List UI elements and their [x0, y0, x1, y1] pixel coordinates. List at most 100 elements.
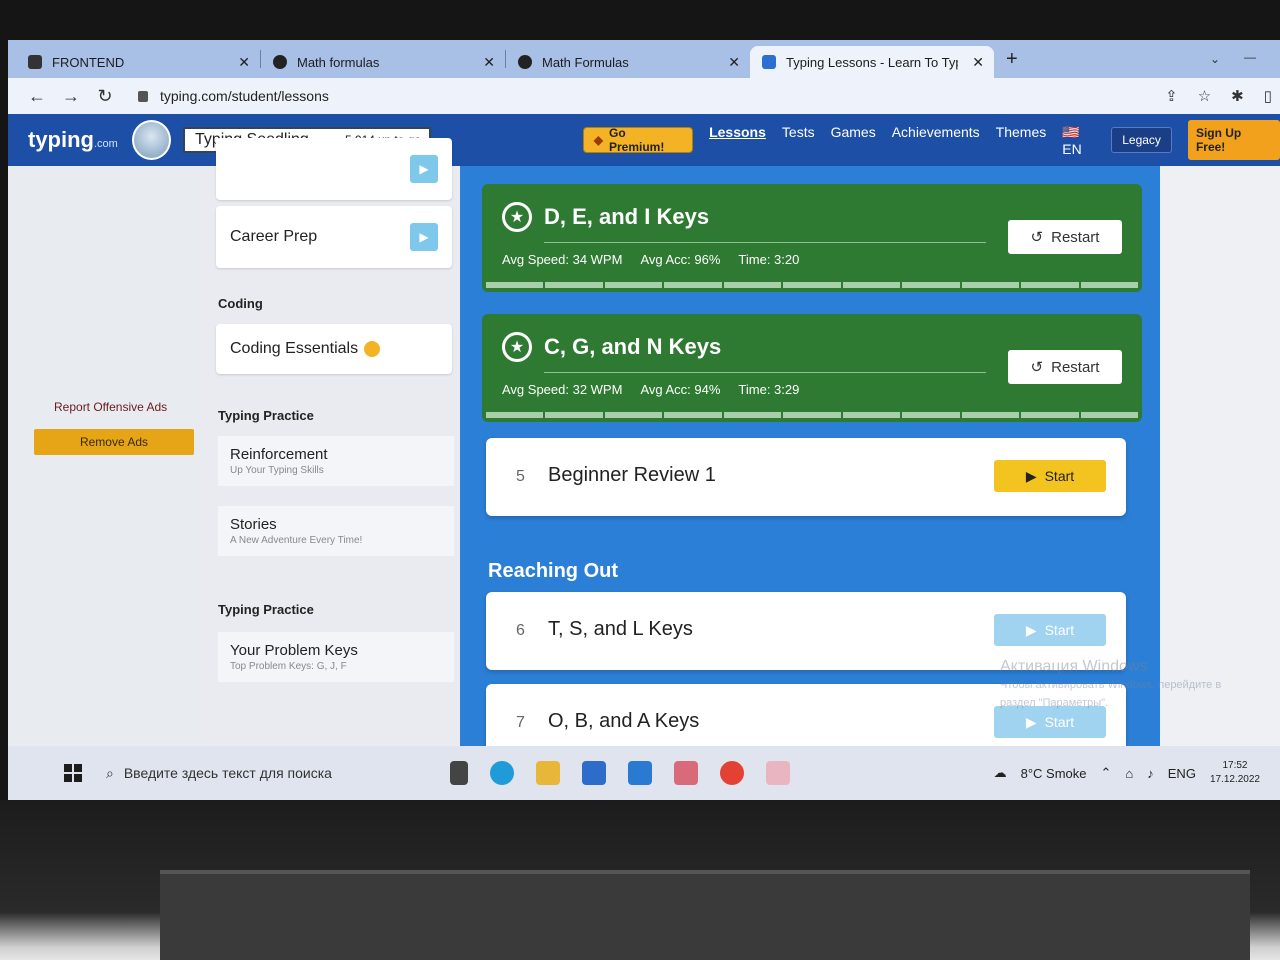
report-ads-link[interactable]: Report Offensive Ads [54, 400, 167, 414]
clock-date: 17.12.2022 [1209, 774, 1260, 785]
windows-start-icon[interactable] [64, 764, 82, 782]
play-icon: ▶ [1025, 621, 1037, 638]
restart-button[interactable]: ↺ Restart [1008, 350, 1122, 384]
start-label: Start [1044, 622, 1075, 638]
nav-games[interactable]: Games [831, 124, 876, 157]
legacy-button[interactable]: Legacy [1111, 127, 1172, 153]
site-icon [518, 55, 532, 69]
chevron-up-icon[interactable]: ⌃ [1101, 765, 1112, 781]
avg-speed: Avg Speed: 32 WPM [502, 382, 623, 397]
minimize-icon[interactable]: — [1244, 50, 1256, 64]
close-icon[interactable]: ✕ [728, 54, 740, 71]
chrome-icon[interactable] [720, 761, 744, 785]
logo-suffix: .com [94, 138, 118, 150]
close-icon[interactable]: ✕ [972, 54, 984, 71]
nav-achievements[interactable]: Achievements [892, 124, 980, 157]
star-icon: ★ [502, 332, 532, 362]
lesson-card[interactable]: 5 Beginner Review 1 ▶ Start [486, 438, 1126, 516]
tab-math-formulas[interactable]: Math formulas ✕ [261, 46, 505, 78]
back-icon[interactable]: ← [20, 86, 54, 107]
site-logo[interactable]: typing.com [28, 127, 118, 153]
lesson-title: T, S, and L Keys [548, 618, 693, 640]
practice-problem-keys[interactable]: Your Problem Keys Top Problem Keys: G, J… [218, 632, 454, 682]
edge-icon[interactable] [490, 761, 514, 785]
file-explorer-icon[interactable] [536, 761, 560, 785]
lesson-card-completed[interactable]: ★ C, G, and N Keys Avg Speed: 32 WPM Avg… [482, 314, 1142, 422]
start-button[interactable]: ▶ Start [994, 460, 1106, 492]
lessons-sidebar: ▶ Career Prep ▶ Coding Coding Essentials… [198, 138, 460, 746]
play-icon: ▶ [1025, 467, 1037, 484]
taskbar-search[interactable]: ⌕ Введите здесь текст для поиска [106, 765, 440, 782]
start-button[interactable]: ▶ Start [994, 614, 1106, 646]
clock[interactable]: 17:52 17.12.2022 [1210, 759, 1260, 787]
sidebar-card-career-prep[interactable]: Career Prep ▶ [216, 206, 452, 268]
tab-typing-lessons[interactable]: Typing Lessons - Learn To Type A ✕ [750, 46, 994, 78]
sidebar-icon[interactable]: ▯ [1264, 87, 1272, 105]
lesson-number: 6 [516, 622, 525, 639]
extensions-icon[interactable]: ✱ [1231, 87, 1244, 105]
practice-reinforcement[interactable]: Reinforcement Up Your Typing Skills [218, 436, 454, 486]
avg-accuracy: Avg Acc: 94% [640, 382, 721, 397]
lesson-time: Time: 3:29 [738, 382, 800, 397]
browser-actions: ⇪ ☆ ✱ ▯ [1165, 87, 1272, 105]
sidebar-card-coding-essentials[interactable]: Coding Essentials [216, 324, 452, 374]
mail-icon[interactable] [582, 761, 606, 785]
remove-ads-button[interactable]: Remove Ads [34, 429, 194, 455]
screen-bezel-left [0, 40, 8, 800]
watermark-line: раздел "Параметры". [1000, 697, 1109, 709]
chevron-right-icon: ▶ [410, 155, 438, 183]
laptop-hinge [160, 870, 1250, 960]
avatar[interactable] [131, 120, 171, 160]
nav-themes[interactable]: Themes [996, 124, 1047, 157]
sidebar-card-partial[interactable]: ▶ [216, 138, 452, 200]
typing-favicon-icon [762, 55, 776, 69]
star-icon[interactable]: ☆ [1198, 87, 1211, 105]
app-icon[interactable] [674, 761, 698, 785]
app-icon[interactable] [766, 761, 790, 785]
lesson-title: Beginner Review 1 [548, 464, 716, 486]
avg-speed: Avg Speed: 34 WPM [502, 252, 623, 267]
practice-title: Stories [230, 516, 277, 533]
go-premium-button[interactable]: ◆ Go Premium! [582, 126, 694, 154]
chevron-down-icon[interactable]: ⌄ [1210, 52, 1220, 66]
premium-gem-icon [364, 341, 381, 357]
watermark-line: Чтобы активировать Windows, перейдите в [1000, 679, 1222, 691]
typing-practice-heading-2: Typing Practice [218, 602, 314, 617]
sign-up-button[interactable]: Sign Up Free! [1187, 120, 1280, 160]
practice-subtitle: Up Your Typing Skills [230, 465, 324, 476]
volume-icon[interactable]: ♪ [1147, 766, 1154, 781]
tab-frontend[interactable]: FRONTEND ✕ [16, 46, 260, 78]
new-tab-button[interactable]: + [994, 48, 1030, 71]
section-title: Reaching Out [488, 560, 619, 582]
vscode-icon[interactable] [628, 761, 652, 785]
lesson-number: 5 [516, 468, 525, 485]
close-icon[interactable]: ✕ [238, 54, 250, 71]
lesson-card-completed[interactable]: ★ D, E, and I Keys Avg Speed: 34 WPM Avg… [482, 184, 1142, 292]
forward-icon[interactable]: → [54, 86, 88, 107]
nav-tests[interactable]: Tests [782, 124, 815, 157]
language-indicator[interactable]: ENG [1168, 766, 1196, 781]
share-icon[interactable]: ⇪ [1165, 87, 1178, 105]
network-icon[interactable]: ⌂ [1125, 766, 1133, 781]
practice-subtitle: A New Adventure Every Time! [230, 535, 363, 546]
task-view-icon[interactable] [450, 761, 468, 785]
lesson-title: O, B, and A Keys [548, 710, 700, 732]
close-icon[interactable]: ✕ [483, 54, 495, 71]
main-nav: Lessons Tests Games Achievements Themes … [709, 124, 1093, 157]
lesson-title: C, G, and N Keys [544, 334, 722, 359]
coding-heading: Coding [218, 296, 263, 311]
search-placeholder: Введите здесь текст для поиска [123, 765, 332, 781]
nav-lessons[interactable]: Lessons [709, 124, 766, 157]
nav-language[interactable]: 🇺🇸 EN [1062, 124, 1093, 157]
card-label: Career Prep [230, 228, 318, 245]
reload-icon[interactable]: ↻ [88, 86, 122, 107]
search-icon: ⌕ [106, 764, 114, 781]
system-tray: ☁ 8°C Smoke ⌃ ⌂ ♪ ENG 17:52 17.12.2022 [994, 759, 1260, 787]
restart-button[interactable]: ↺ Restart [1008, 220, 1122, 254]
weather-icon: ☁ [993, 765, 1007, 780]
weather-text[interactable]: 8°C Smoke [1021, 766, 1087, 781]
tab-math-formulas-2[interactable]: Math Formulas ✕ [506, 46, 750, 78]
url-field[interactable]: typing.com/student/lessons [138, 88, 329, 104]
tab-label: FRONTEND [52, 54, 125, 70]
practice-stories[interactable]: Stories A New Adventure Every Time! [218, 506, 454, 556]
